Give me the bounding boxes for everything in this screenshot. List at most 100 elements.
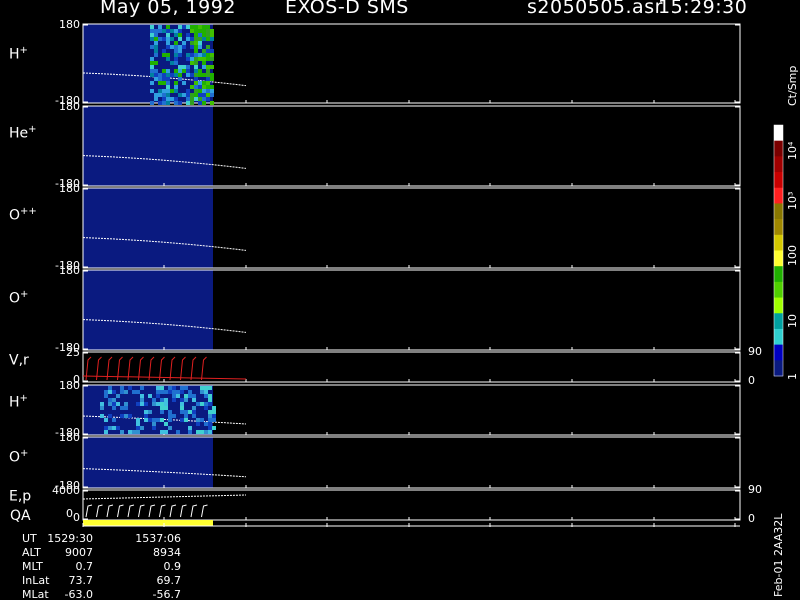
data-cell bbox=[184, 394, 188, 398]
data-cell bbox=[198, 73, 202, 77]
data-cell bbox=[150, 29, 154, 33]
data-cell bbox=[168, 414, 172, 418]
info-row-value: 8934 bbox=[153, 546, 181, 559]
data-cell bbox=[184, 410, 188, 414]
data-cell bbox=[156, 386, 160, 390]
data-cell bbox=[112, 402, 116, 406]
panel-label-sup: ++ bbox=[20, 206, 37, 217]
data-cell bbox=[202, 49, 206, 53]
data-cell bbox=[140, 398, 144, 402]
data-cell bbox=[168, 410, 172, 414]
data-cell bbox=[212, 418, 216, 422]
data-cell bbox=[108, 390, 112, 394]
data-cell bbox=[164, 390, 168, 394]
data-cell bbox=[166, 89, 170, 93]
data-cell bbox=[174, 49, 178, 53]
data-cell bbox=[204, 406, 208, 410]
data-cell bbox=[160, 398, 164, 402]
info-row-value: -63.0 bbox=[64, 588, 93, 600]
panel-label-base: E,p bbox=[9, 488, 32, 505]
panel-label-base: H bbox=[9, 46, 20, 63]
data-cell bbox=[150, 25, 154, 29]
data-cell bbox=[174, 89, 178, 93]
data-cell bbox=[172, 398, 176, 402]
data-cell bbox=[202, 73, 206, 77]
data-cell bbox=[148, 410, 152, 414]
info-row-value: 0.9 bbox=[163, 560, 182, 573]
data-cell bbox=[186, 25, 190, 29]
data-cell bbox=[212, 410, 216, 414]
data-cell bbox=[188, 430, 192, 434]
data-cell bbox=[150, 33, 154, 37]
data-cell bbox=[194, 25, 198, 29]
data-cell bbox=[206, 33, 210, 37]
data-cell bbox=[206, 37, 210, 41]
data-cell bbox=[120, 414, 124, 418]
data-cell bbox=[208, 398, 212, 402]
data-cell bbox=[156, 418, 160, 422]
data-cell bbox=[200, 430, 204, 434]
spectrogram-background bbox=[83, 437, 213, 488]
data-cell bbox=[200, 418, 204, 422]
data-cell bbox=[202, 81, 206, 85]
data-cell bbox=[116, 426, 120, 430]
panel-label-base: O bbox=[9, 449, 21, 466]
data-cell bbox=[210, 73, 214, 77]
info-row-value: 69.7 bbox=[156, 574, 182, 587]
data-cell bbox=[186, 65, 190, 69]
data-cell bbox=[206, 81, 210, 85]
data-cell bbox=[180, 390, 184, 394]
data-cell bbox=[186, 97, 190, 101]
data-cell bbox=[190, 25, 194, 29]
data-cell bbox=[162, 53, 166, 57]
data-cell bbox=[174, 85, 178, 89]
data-cell bbox=[182, 41, 186, 45]
energy-sawtooth bbox=[190, 504, 198, 518]
data-cell bbox=[166, 37, 170, 41]
energy-sawtooth bbox=[127, 504, 135, 518]
data-cell bbox=[172, 390, 176, 394]
colorbar-segment bbox=[774, 234, 783, 251]
data-cell bbox=[174, 61, 178, 65]
data-cell bbox=[192, 406, 196, 410]
data-cell bbox=[140, 394, 144, 398]
velocity-trace bbox=[201, 356, 207, 381]
data-cell bbox=[168, 386, 172, 390]
data-cell bbox=[172, 394, 176, 398]
colorbar-segment bbox=[774, 360, 783, 377]
data-cell bbox=[206, 97, 210, 101]
data-cell bbox=[208, 394, 212, 398]
data-cell bbox=[100, 414, 104, 418]
data-cell bbox=[178, 101, 182, 105]
energy-sawtooth bbox=[96, 504, 103, 518]
data-cell bbox=[186, 69, 190, 73]
data-cell bbox=[108, 386, 112, 390]
data-cell bbox=[170, 61, 174, 65]
data-cell bbox=[184, 398, 188, 402]
data-cell bbox=[112, 418, 116, 422]
info-row-value: 1529:30 bbox=[47, 532, 93, 545]
data-cell bbox=[152, 422, 156, 426]
data-cell bbox=[164, 422, 168, 426]
data-cell bbox=[210, 33, 214, 37]
data-cell bbox=[210, 101, 214, 105]
data-cell bbox=[140, 426, 144, 430]
data-cell bbox=[176, 430, 180, 434]
data-cell bbox=[152, 426, 156, 430]
data-cell bbox=[150, 101, 154, 105]
data-cell bbox=[170, 29, 174, 33]
data-cell bbox=[202, 29, 206, 33]
data-cell bbox=[210, 85, 214, 89]
data-cell bbox=[196, 422, 200, 426]
side-note: Feb-01 2AA32L bbox=[772, 513, 785, 597]
data-cell bbox=[178, 77, 182, 81]
data-cell bbox=[166, 81, 170, 85]
data-cell bbox=[194, 45, 198, 49]
data-cell bbox=[136, 422, 140, 426]
spectrogram-background bbox=[83, 188, 213, 268]
data-cell bbox=[190, 101, 194, 105]
energy-sawtooth bbox=[201, 504, 208, 518]
data-cell bbox=[178, 37, 182, 41]
data-cell bbox=[116, 402, 120, 406]
data-cell bbox=[208, 402, 212, 406]
